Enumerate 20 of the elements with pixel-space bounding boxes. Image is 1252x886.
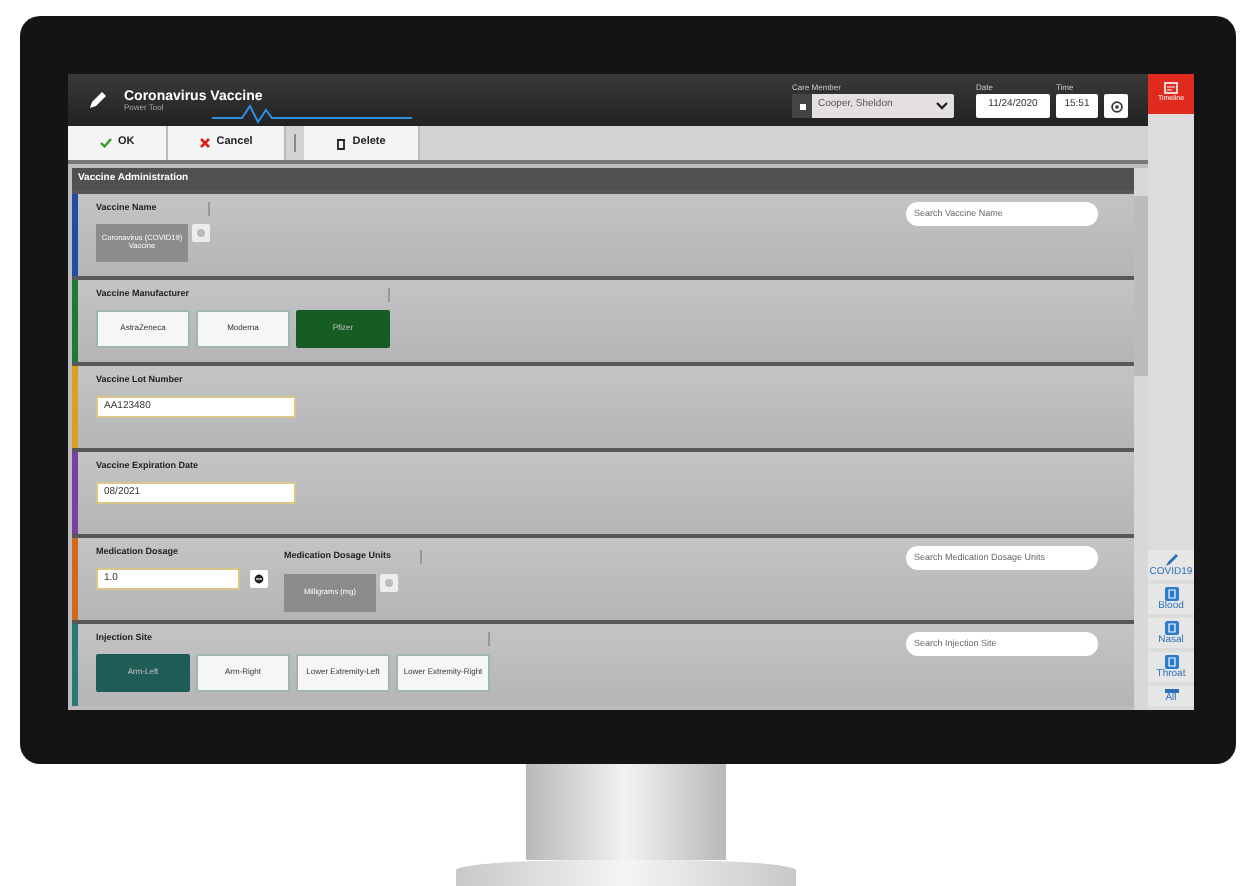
checkbox-icon [799, 103, 805, 109]
heartbeat-line-icon [212, 104, 412, 124]
pencil-icon [88, 90, 108, 110]
clipboard-icon [1163, 586, 1179, 602]
clipboard-icon [1163, 620, 1179, 636]
minus-icon [254, 573, 264, 584]
circle-icon [384, 577, 394, 588]
calendar-icon [1164, 82, 1178, 95]
clear-button[interactable] [192, 223, 210, 242]
x-icon [200, 138, 211, 148]
settings-button[interactable] [1104, 94, 1128, 118]
clipboard-icon [1163, 654, 1179, 670]
check-icon [100, 138, 112, 148]
circle-icon [196, 227, 206, 238]
pencil-icon [1163, 552, 1179, 568]
clear-button[interactable] [380, 573, 398, 592]
scrollbar[interactable] [1134, 168, 1148, 710]
chevron-down-icon [936, 102, 948, 110]
more-icon [1163, 688, 1179, 694]
stepper-button[interactable] [250, 569, 268, 588]
